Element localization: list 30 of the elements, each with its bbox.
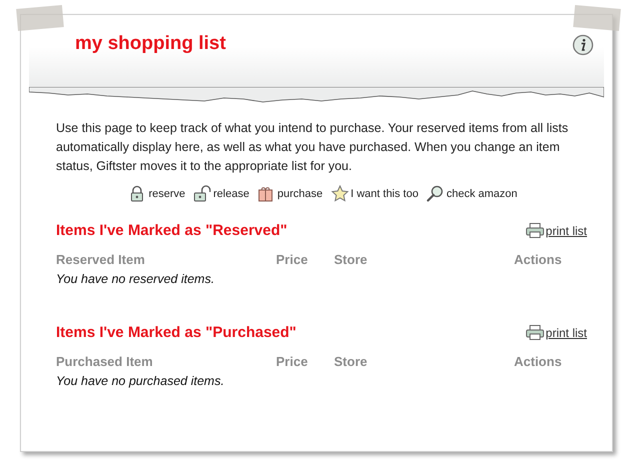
column-header: Actions — [514, 252, 563, 267]
printer-icon[interactable] — [526, 223, 544, 238]
column-header: Purchased Item — [56, 354, 154, 369]
legend-label: purchase — [277, 188, 323, 200]
tape-strip — [16, 5, 64, 31]
gift-icon — [257, 185, 276, 202]
column-header: Actions — [514, 354, 563, 369]
intro-paragraph: Use this page to keep track of what you intend to purchase. Your reserved items from all lists automatically display here, as well as what you have purchased. When you change an item status, Giftster moves it to the appropriate list for you. — [56, 120, 570, 175]
column-header: Reserved Item — [56, 252, 146, 267]
page-title: my shopping list — [75, 33, 226, 55]
search-icon — [426, 185, 444, 202]
column-header: Store — [334, 252, 368, 267]
legend-label: I want this too — [350, 188, 418, 200]
section-heading: Items I've Marked as "Purchased" — [56, 324, 296, 341]
column-header: Price — [276, 252, 309, 267]
section-heading: Items I've Marked as "Reserved" — [56, 222, 288, 239]
open-lock-icon — [193, 185, 212, 202]
printer-icon[interactable] — [526, 325, 544, 340]
empty-message: You have no purchased items. — [56, 374, 226, 388]
empty-message: You have no reserved items. — [56, 272, 216, 286]
info-icon[interactable] — [572, 34, 594, 56]
legend-label: check amazon — [446, 188, 518, 200]
print-list-link[interactable]: print list — [546, 224, 587, 238]
legend-label: release — [213, 188, 250, 200]
tape-strip — [573, 5, 621, 31]
legend-label: reserve — [148, 188, 186, 200]
print-list-link[interactable]: print list — [546, 326, 587, 340]
column-header: Store — [334, 354, 368, 369]
column-header: Price — [276, 354, 309, 369]
star-icon — [330, 185, 349, 202]
